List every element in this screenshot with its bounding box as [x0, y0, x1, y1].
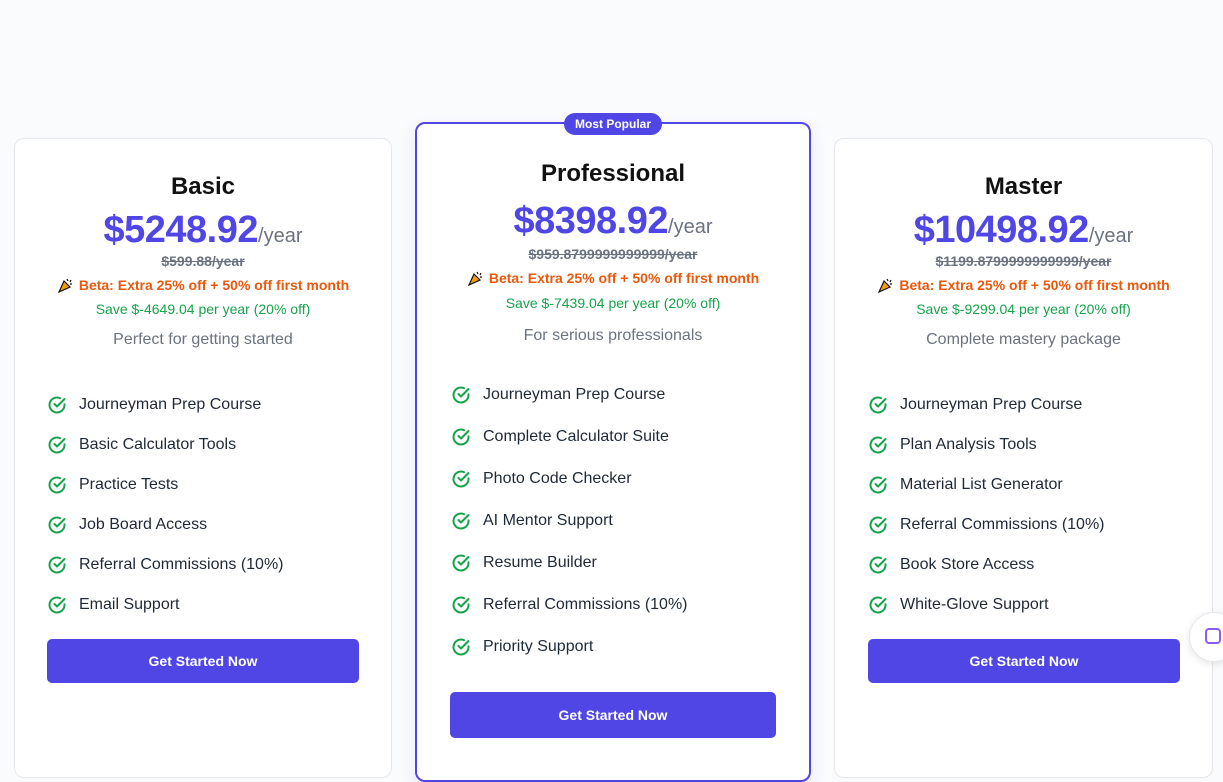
- check-circle-icon: [869, 596, 887, 614]
- feature-item: Referral Commissions (10%): [47, 545, 381, 585]
- check-circle-icon: [452, 512, 470, 530]
- check-circle-icon: [452, 638, 470, 656]
- feature-label: Email Support: [79, 596, 180, 613]
- plan-name: Basic: [170, 173, 236, 200]
- beta-offer: Beta: Extra 25% off + 50% off first mont…: [417, 270, 809, 286]
- plan-price: $5248.92: [103, 209, 259, 251]
- feature-item: Email Support: [47, 585, 381, 625]
- feature-label: Referral Commissions (10%): [483, 596, 688, 613]
- check-circle-icon: [452, 428, 470, 446]
- feature-item: White-Glove Support: [868, 585, 1202, 625]
- feature-label: Plan Analysis Tools: [900, 436, 1037, 453]
- check-circle-icon: [452, 386, 470, 404]
- savings-text: Save $-4649.04 per year (20% off): [95, 301, 311, 317]
- plan-description: Perfect for getting started: [113, 331, 293, 348]
- feature-label: Referral Commissions (10%): [900, 516, 1105, 533]
- check-circle-icon: [452, 596, 470, 614]
- savings-text: Save $-9299.04 per year (20% off): [916, 301, 1131, 317]
- price-period: /year: [668, 216, 713, 238]
- feature-item: Referral Commissions (10%): [868, 505, 1202, 545]
- plan-card-basic: Basic $5248.92/year $599.88/year Beta: E…: [14, 138, 392, 778]
- savings-text: Save $-7439.04 per year (20% off): [505, 295, 721, 311]
- party-popper-icon: [57, 278, 72, 293]
- feature-item: Basic Calculator Tools: [47, 425, 381, 465]
- most-popular-badge: Most Popular: [563, 113, 663, 135]
- feature-item: AI Mentor Support: [451, 500, 799, 542]
- check-circle-icon: [48, 596, 66, 614]
- price-row: $8398.92/year: [417, 202, 809, 240]
- plan-card-professional: Most Popular Professional $8398.92/year …: [415, 113, 811, 782]
- check-circle-icon: [48, 396, 66, 414]
- plan-price: $10498.92: [913, 209, 1090, 251]
- feature-label: Resume Builder: [483, 554, 597, 571]
- feature-label: Complete Calculator Suite: [483, 428, 669, 445]
- check-circle-icon: [869, 396, 887, 414]
- beta-offer-text: Beta: Extra 25% off + 50% off first mont…: [899, 277, 1170, 293]
- check-circle-icon: [869, 556, 887, 574]
- check-circle-icon: [869, 436, 887, 454]
- price-period: /year: [258, 225, 303, 247]
- feature-item: Book Store Access: [868, 545, 1202, 585]
- feature-item: Journeyman Prep Course: [47, 385, 381, 425]
- feature-item: Complete Calculator Suite: [451, 416, 799, 458]
- party-popper-icon: [467, 271, 482, 286]
- feature-label: AI Mentor Support: [483, 512, 613, 529]
- party-popper-icon: [878, 278, 893, 293]
- check-circle-icon: [869, 476, 887, 494]
- feature-label: Journeyman Prep Course: [900, 396, 1083, 413]
- original-price: $599.88/year: [161, 253, 245, 269]
- feature-label: Book Store Access: [900, 556, 1035, 573]
- feature-label: Basic Calculator Tools: [79, 436, 237, 453]
- plan-description: Complete mastery package: [926, 331, 1121, 348]
- get-started-button[interactable]: Get Started Now: [450, 692, 776, 738]
- feature-label: Journeyman Prep Course: [483, 386, 666, 403]
- feature-item: Resume Builder: [451, 542, 799, 584]
- beta-offer: Beta: Extra 25% off + 50% off first mont…: [15, 277, 391, 293]
- original-price: $1199.8799999999999/year: [935, 253, 1112, 269]
- get-started-button[interactable]: Get Started Now: [47, 639, 359, 683]
- feature-label: Material List Generator: [900, 476, 1063, 493]
- original-price: $959.8799999999999/year: [528, 246, 698, 262]
- beta-offer-text: Beta: Extra 25% off + 50% off first mont…: [488, 270, 760, 286]
- feature-label: Job Board Access: [79, 516, 208, 533]
- feature-item: Job Board Access: [47, 505, 381, 545]
- feature-label: Referral Commissions (10%): [79, 556, 284, 573]
- widget-icon: [1205, 628, 1221, 644]
- feature-label: White-Glove Support: [900, 596, 1049, 613]
- check-circle-icon: [48, 556, 66, 574]
- price-period: /year: [1088, 225, 1134, 247]
- feature-label: Practice Tests: [79, 476, 179, 493]
- plan-card-master: Master $10498.92/year $1199.879999999999…: [834, 138, 1213, 778]
- feature-list: Journeyman Prep Course Complete Calculat…: [451, 374, 799, 668]
- feature-item: Referral Commissions (10%): [451, 584, 799, 626]
- feature-item: Practice Tests: [47, 465, 381, 505]
- price-row: $5248.92/year: [15, 211, 391, 249]
- feature-list: Journeyman Prep Course Basic Calculator …: [47, 385, 381, 625]
- check-circle-icon: [452, 554, 470, 572]
- beta-offer: Beta: Extra 25% off + 50% off first mont…: [835, 277, 1212, 293]
- plan-name: Professional: [540, 160, 686, 187]
- plan-description: For serious professionals: [523, 327, 703, 344]
- feature-list: Journeyman Prep Course Plan Analysis Too…: [868, 385, 1202, 625]
- feature-label: Journeyman Prep Course: [79, 396, 262, 413]
- feature-item: Material List Generator: [868, 465, 1202, 505]
- feature-item: Journeyman Prep Course: [868, 385, 1202, 425]
- feature-label: Photo Code Checker: [483, 470, 632, 487]
- feature-label: Priority Support: [483, 638, 594, 655]
- check-circle-icon: [48, 476, 66, 494]
- get-started-button[interactable]: Get Started Now: [868, 639, 1180, 683]
- plan-name: Master: [984, 173, 1063, 200]
- check-circle-icon: [48, 436, 66, 454]
- check-circle-icon: [48, 516, 66, 534]
- feature-item: Priority Support: [451, 626, 799, 668]
- feature-item: Plan Analysis Tools: [868, 425, 1202, 465]
- check-circle-icon: [869, 516, 887, 534]
- plan-price: $8398.92: [513, 200, 669, 242]
- price-row: $10498.92/year: [835, 211, 1212, 249]
- feature-item: Journeyman Prep Course: [451, 374, 799, 416]
- beta-offer-text: Beta: Extra 25% off + 50% off first mont…: [78, 277, 350, 293]
- feature-item: Photo Code Checker: [451, 458, 799, 500]
- check-circle-icon: [452, 470, 470, 488]
